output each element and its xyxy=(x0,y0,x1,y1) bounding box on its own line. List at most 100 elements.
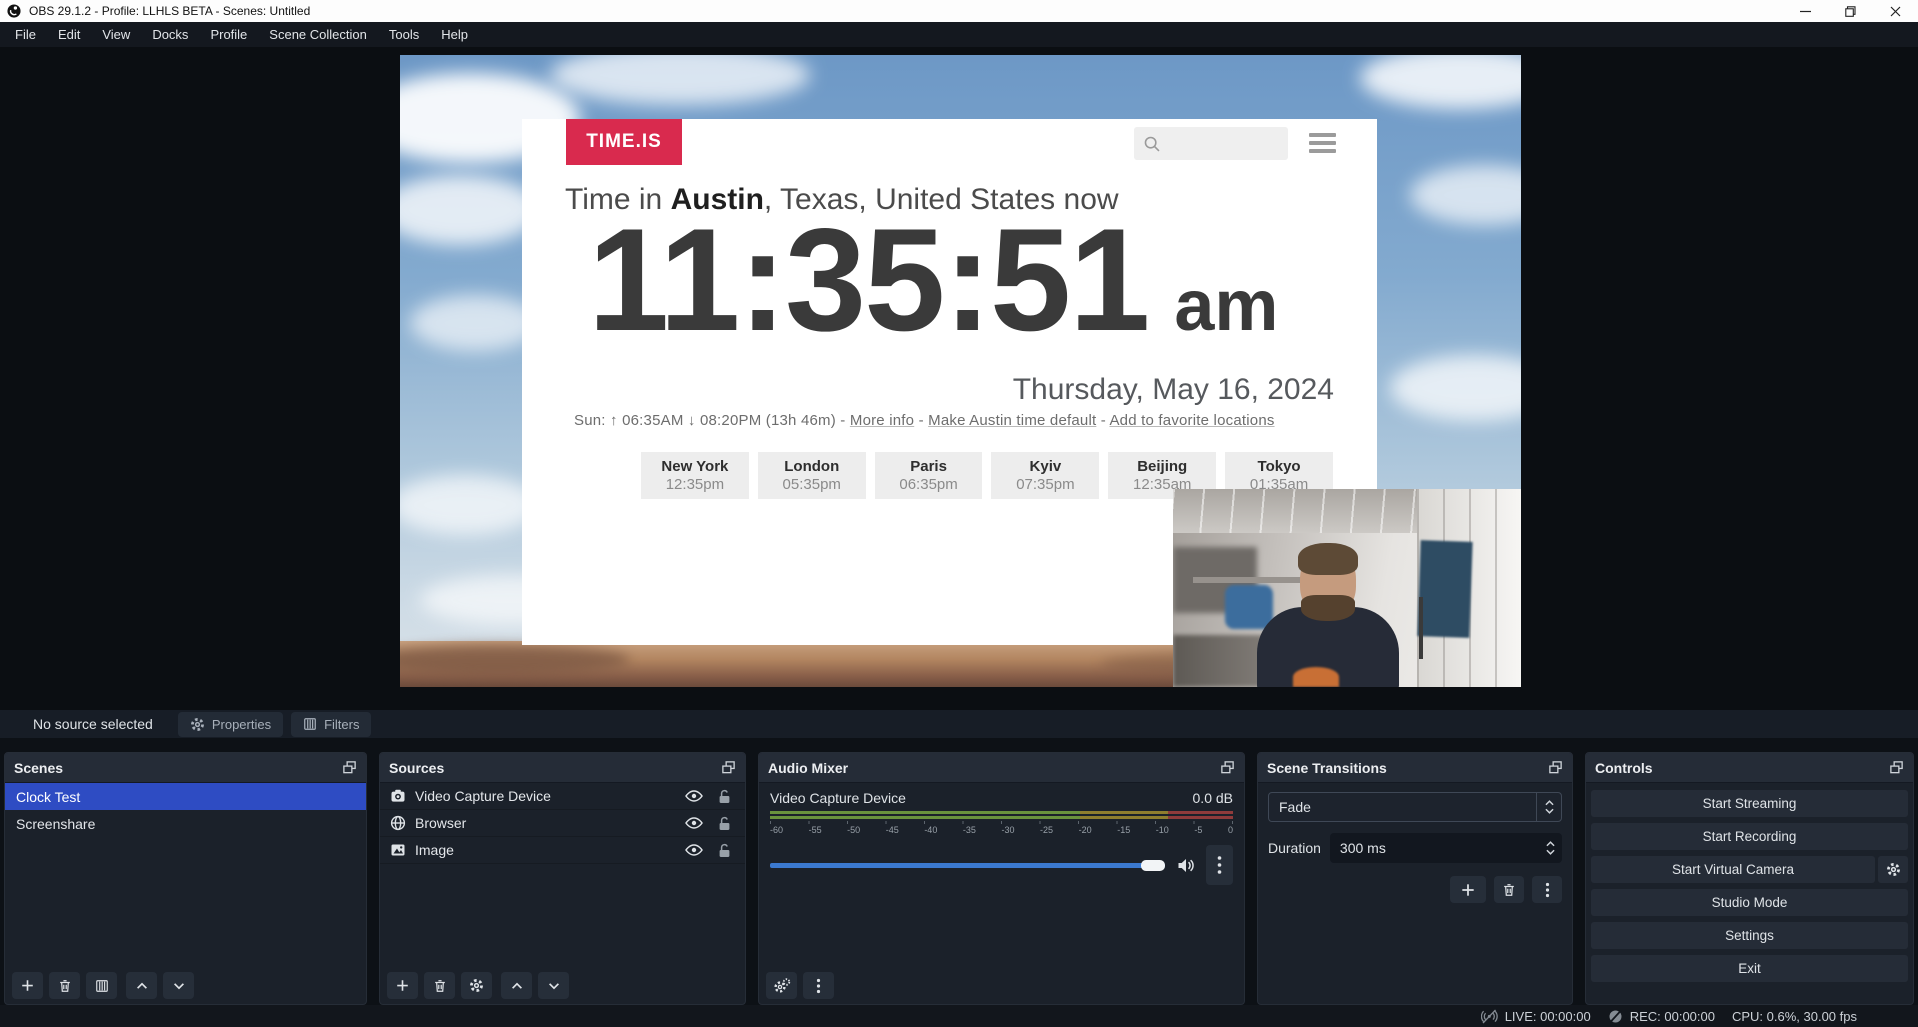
city-new-york[interactable]: New York12:35pm xyxy=(641,452,749,499)
window-title: OBS 29.1.2 - Profile: LLHLS BETA - Scene… xyxy=(29,4,310,18)
add-source-button[interactable] xyxy=(387,972,418,999)
transition-menu-button[interactable] xyxy=(1532,876,1562,903)
source-row-image[interactable]: Image xyxy=(380,837,745,864)
menu-help[interactable]: Help xyxy=(430,22,479,47)
timeis-clock: 11:35:51 am xyxy=(588,203,1278,356)
remove-scene-button[interactable] xyxy=(49,972,80,999)
settings-button[interactable]: Settings xyxy=(1591,922,1908,949)
controls-dock: Controls Start Streaming Start Recording… xyxy=(1585,752,1914,1005)
move-scene-down-button[interactable] xyxy=(163,972,194,999)
remove-source-button[interactable] xyxy=(424,972,455,999)
restore-button[interactable] xyxy=(1828,0,1873,22)
make-default-link[interactable]: Make Austin time default xyxy=(928,412,1096,429)
webcam-overlay xyxy=(1173,489,1521,687)
search-icon xyxy=(1143,135,1161,153)
virtual-camera-config-button[interactable] xyxy=(1878,856,1908,883)
transition-value: Fade xyxy=(1269,799,1536,815)
scenes-dock-header: Scenes xyxy=(5,753,366,783)
move-source-down-button[interactable] xyxy=(538,972,569,999)
move-source-up-button[interactable] xyxy=(501,972,532,999)
timeis-search-input[interactable] xyxy=(1134,127,1288,160)
scene-item-clock-test[interactable]: Clock Test xyxy=(5,783,366,810)
image-icon xyxy=(390,842,406,858)
popout-icon[interactable] xyxy=(1548,760,1563,775)
move-scene-up-button[interactable] xyxy=(126,972,157,999)
popout-icon[interactable] xyxy=(342,760,357,775)
audio-mixer-title: Audio Mixer xyxy=(768,760,848,776)
transition-select[interactable]: Fade xyxy=(1268,792,1562,822)
mixer-level-db: 0.0 dB xyxy=(1193,790,1233,806)
no-source-label: No source selected xyxy=(33,716,153,732)
minimize-button[interactable] xyxy=(1783,0,1828,22)
add-favorite-link[interactable]: Add to favorite locations xyxy=(1109,412,1274,429)
mixer-channel-name: Video Capture Device xyxy=(770,790,906,806)
menu-docks[interactable]: Docks xyxy=(141,22,199,47)
popout-icon[interactable] xyxy=(1220,760,1235,775)
close-button[interactable] xyxy=(1873,0,1918,22)
start-streaming-button[interactable]: Start Streaming xyxy=(1591,790,1908,817)
visibility-eye-icon[interactable] xyxy=(685,816,703,830)
speaker-icon[interactable] xyxy=(1177,857,1196,874)
sources-dock-header: Sources xyxy=(380,753,745,783)
popout-icon[interactable] xyxy=(1889,760,1904,775)
scene-transitions-dock: Scene Transitions Fade Duration 300 ms xyxy=(1257,752,1573,1005)
city-kyiv[interactable]: Kyiv07:35pm xyxy=(991,452,1099,499)
lock-icon[interactable] xyxy=(718,816,731,831)
source-properties-button[interactable] xyxy=(461,972,492,999)
add-scene-button[interactable] xyxy=(12,972,43,999)
scene-filters-button[interactable] xyxy=(86,972,117,999)
selected-source-bar: No source selected Properties Filters xyxy=(0,710,1918,738)
lock-icon[interactable] xyxy=(718,843,731,858)
sun-times: Sun: ↑ 06:35AM ↓ 08:20PM (13h 46m) xyxy=(574,412,836,429)
duration-label: Duration xyxy=(1268,840,1321,856)
lock-icon[interactable] xyxy=(718,789,731,804)
properties-button[interactable]: Properties xyxy=(178,712,283,737)
meter-scale: -60-55-50-45-40-35-30-25-20-15-10-50 xyxy=(770,825,1233,835)
visibility-eye-icon[interactable] xyxy=(685,789,703,803)
city-london[interactable]: London05:35pm xyxy=(758,452,866,499)
live-status: LIVE: 00:00:00 xyxy=(1481,1009,1591,1024)
volume-meter: -60-55-50-45-40-35-30-25-20-15-10-50 xyxy=(770,811,1233,835)
source-row-video-capture[interactable]: Video Capture Device xyxy=(380,783,745,810)
cpu-status: CPU: 0.6%, 30.00 fps xyxy=(1732,1009,1857,1024)
menu-edit[interactable]: Edit xyxy=(47,22,91,47)
volume-slider[interactable] xyxy=(770,863,1165,868)
start-virtual-camera-button[interactable]: Start Virtual Camera xyxy=(1591,856,1875,883)
remove-transition-button[interactable] xyxy=(1494,876,1524,903)
program-video: TIME.IS Time in Austin, Texas, United St… xyxy=(400,55,1521,687)
office-chair xyxy=(1225,585,1273,629)
timeis-logo[interactable]: TIME.IS xyxy=(566,119,682,165)
popout-icon[interactable] xyxy=(721,760,736,775)
studio-mode-button[interactable]: Studio Mode xyxy=(1591,889,1908,916)
spin-arrows-icon[interactable] xyxy=(1538,841,1562,855)
camera-icon xyxy=(390,788,406,804)
globe-icon xyxy=(390,815,406,831)
more-info-link[interactable]: More info xyxy=(850,412,914,429)
combo-arrows-icon[interactable] xyxy=(1536,793,1561,821)
menu-tools[interactable]: Tools xyxy=(378,22,430,47)
source-row-browser[interactable]: Browser xyxy=(380,810,745,837)
title-bar: OBS 29.1.2 - Profile: LLHLS BETA - Scene… xyxy=(0,0,1918,22)
exit-button[interactable]: Exit xyxy=(1591,955,1908,982)
visibility-eye-icon[interactable] xyxy=(685,843,703,857)
preview-canvas[interactable]: TIME.IS Time in Austin, Texas, United St… xyxy=(0,47,1918,710)
mixer-menu-button[interactable] xyxy=(803,972,834,999)
duration-spinbox[interactable]: 300 ms xyxy=(1330,833,1562,863)
city-paris[interactable]: Paris06:35pm xyxy=(875,452,983,499)
start-recording-button[interactable]: Start Recording xyxy=(1591,823,1908,850)
hamburger-menu-icon[interactable] xyxy=(1309,133,1336,153)
menu-file[interactable]: File xyxy=(4,22,47,47)
controls-title: Controls xyxy=(1595,760,1653,776)
volume-slider-handle[interactable] xyxy=(1141,860,1165,871)
menu-profile[interactable]: Profile xyxy=(199,22,258,47)
mixer-channel-menu-button[interactable] xyxy=(1206,845,1233,885)
obs-window: OBS 29.1.2 - Profile: LLHLS BETA - Scene… xyxy=(0,0,1918,1027)
scene-item-screenshare[interactable]: Screenshare xyxy=(5,810,366,837)
clock-ampm: am xyxy=(1174,270,1278,342)
menu-scene-collection[interactable]: Scene Collection xyxy=(258,22,378,47)
advanced-audio-button[interactable] xyxy=(766,972,797,999)
filters-button[interactable]: Filters xyxy=(291,712,371,737)
add-transition-button[interactable] xyxy=(1450,876,1486,903)
stream-inactive-icon xyxy=(1481,1009,1498,1024)
menu-view[interactable]: View xyxy=(91,22,141,47)
